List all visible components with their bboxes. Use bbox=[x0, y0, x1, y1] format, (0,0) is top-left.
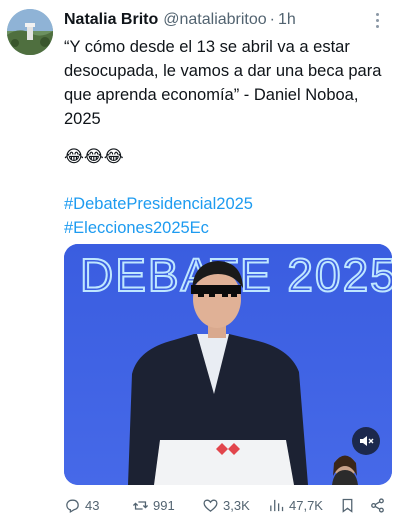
hashtag-link[interactable]: #DebatePresidencial2025 bbox=[64, 192, 253, 216]
tweet-emojis: 😂😂😂 bbox=[64, 147, 124, 167]
volume-muted-icon[interactable] bbox=[352, 427, 380, 455]
share-button[interactable] bbox=[369, 497, 386, 514]
repost-icon bbox=[132, 500, 149, 510]
more-options-icon[interactable] bbox=[368, 11, 386, 29]
view-count: 47,7K bbox=[289, 497, 323, 513]
tweet-actions-bar: 43 991 3,3K 47,7K bbox=[64, 494, 394, 516]
header-separator: · bbox=[269, 11, 275, 28]
views-button[interactable]: 47,7K bbox=[268, 497, 323, 514]
author-name[interactable]: Natalia Brito bbox=[64, 11, 158, 29]
tweet-header: Natalia Brito @nataliabritoo · 1h bbox=[64, 9, 390, 31]
hashtag-list: #DebatePresidencial2025 #Elecciones2025E… bbox=[64, 192, 253, 240]
hashtag-link[interactable]: #Elecciones2025Ec bbox=[64, 216, 253, 240]
share-icon bbox=[371, 497, 384, 513]
bookmark-button[interactable] bbox=[339, 497, 356, 514]
tweet-timestamp[interactable]: 1h bbox=[278, 11, 296, 29]
video-frame: DEBATE 2025 bbox=[64, 244, 392, 485]
like-button[interactable]: 3,3K bbox=[202, 497, 250, 514]
heart-icon bbox=[203, 499, 218, 512]
author-avatar[interactable] bbox=[7, 9, 53, 55]
reply-button[interactable]: 43 bbox=[64, 497, 99, 514]
tweet-text: “Y cómo desde el 13 se abril va a estar … bbox=[64, 38, 382, 128]
author-handle[interactable]: @nataliabritoo bbox=[163, 11, 266, 29]
bar-chart-icon bbox=[270, 499, 284, 511]
reply-count: 43 bbox=[85, 497, 100, 513]
bookmark-icon bbox=[342, 498, 353, 513]
like-count: 3,3K bbox=[223, 497, 250, 513]
avatar-landscape-image bbox=[7, 9, 53, 55]
repost-button[interactable]: 991 bbox=[132, 497, 175, 514]
reply-icon bbox=[66, 499, 79, 513]
tweet-video[interactable]: DEBATE 2025 bbox=[64, 244, 392, 485]
repost-count: 991 bbox=[153, 497, 175, 513]
